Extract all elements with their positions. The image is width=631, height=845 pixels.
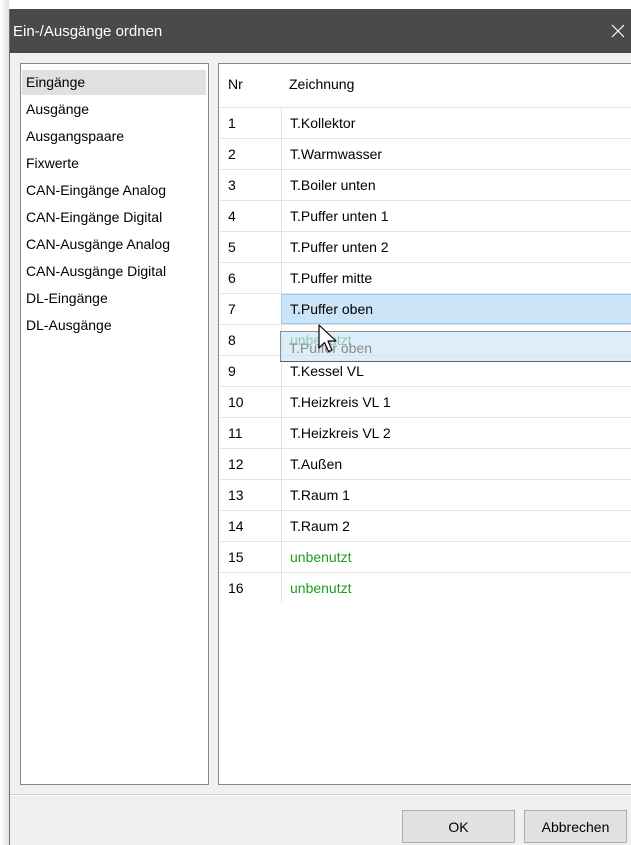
row-name[interactable]: T.Puffer oben bbox=[281, 294, 631, 324]
sidebar-item[interactable]: Ausgangspaare bbox=[22, 124, 206, 149]
row-number: 6 bbox=[228, 270, 236, 286]
dialog-window: Ein-/Ausgänge ordnen Eingänge Ausgänge Aus… bbox=[9, 9, 631, 845]
sidebar-item[interactable]: DL-Eingänge bbox=[22, 286, 206, 311]
row-number: 16 bbox=[228, 580, 244, 596]
table-header: Nr Zeichnung bbox=[219, 64, 631, 107]
row-number: 8 bbox=[228, 332, 236, 348]
sidebar-item[interactable]: DL-Ausgänge bbox=[22, 313, 206, 338]
table-row[interactable]: 12 T.Außen bbox=[220, 448, 631, 479]
sidebar-item[interactable]: CAN-Eingänge Analog bbox=[22, 178, 206, 203]
close-icon bbox=[611, 24, 625, 38]
sidebar-item[interactable]: CAN-Ausgänge Analog bbox=[22, 232, 206, 257]
sidebar-item[interactable]: Ausgänge bbox=[22, 97, 206, 122]
row-number: 12 bbox=[228, 456, 244, 472]
table-row[interactable]: 8 unbenutzt bbox=[220, 324, 631, 355]
row-number: 13 bbox=[228, 487, 244, 503]
row-number: 3 bbox=[228, 177, 236, 193]
row-name[interactable]: T.Puffer unten 2 bbox=[281, 232, 631, 262]
row-number: 11 bbox=[228, 425, 243, 441]
row-name[interactable]: T.Heizkreis VL 2 bbox=[281, 418, 631, 448]
row-number: 5 bbox=[228, 239, 236, 255]
table-row[interactable]: 11 T.Heizkreis VL 2 bbox=[220, 417, 631, 448]
close-button[interactable] bbox=[605, 9, 631, 53]
sidebar-item[interactable]: Fixwerte bbox=[22, 151, 206, 176]
table-row[interactable]: 6 T.Puffer mitte bbox=[220, 262, 631, 293]
row-name-unused[interactable]: unbenutzt bbox=[281, 573, 631, 603]
row-number: 4 bbox=[228, 208, 236, 224]
row-name[interactable]: T.Raum 1 bbox=[281, 480, 631, 510]
row-number: 14 bbox=[228, 518, 244, 534]
window-title: Ein-/Ausgänge ordnen bbox=[13, 23, 163, 40]
sidebar-item[interactable]: Eingänge bbox=[22, 70, 206, 95]
table-row[interactable]: 13 T.Raum 1 bbox=[220, 479, 631, 510]
row-name-unused[interactable]: unbenutzt bbox=[281, 542, 631, 572]
cancel-button[interactable]: Abbrechen bbox=[524, 810, 627, 843]
table-row[interactable]: 7 T.Puffer oben bbox=[220, 293, 631, 324]
ok-button[interactable]: OK bbox=[402, 810, 515, 843]
row-name[interactable]: T.Außen bbox=[281, 449, 631, 479]
row-number: 1 bbox=[228, 115, 236, 131]
category-list[interactable]: Eingänge Ausgänge Ausgangspaare Fixwerte CAN… bbox=[20, 63, 209, 785]
row-name[interactable]: T.Puffer mitte bbox=[281, 263, 631, 293]
row-number: 9 bbox=[228, 363, 236, 379]
column-header-nr[interactable]: Nr bbox=[228, 76, 243, 92]
table-row[interactable]: 16 unbenutzt bbox=[220, 572, 631, 603]
sidebar-item[interactable]: CAN-Eingänge Digital bbox=[22, 205, 206, 230]
row-number: 15 bbox=[228, 549, 244, 565]
table-row[interactable]: 9 T.Kessel VL bbox=[220, 355, 631, 386]
row-number: 10 bbox=[228, 394, 244, 410]
row-name[interactable]: T.Boiler unten bbox=[281, 170, 631, 200]
table-row[interactable]: 14 T.Raum 2 bbox=[220, 510, 631, 541]
separator bbox=[10, 794, 631, 796]
row-number: 2 bbox=[228, 146, 236, 162]
row-name[interactable]: T.Kessel VL bbox=[281, 356, 631, 386]
table-row[interactable]: 5 T.Puffer unten 2 bbox=[220, 231, 631, 262]
title-bar[interactable]: Ein-/Ausgänge ordnen bbox=[10, 9, 631, 53]
table-row[interactable]: 10 T.Heizkreis VL 1 bbox=[220, 386, 631, 417]
window-shadow bbox=[0, 0, 9, 845]
row-name-unused[interactable]: unbenutzt bbox=[281, 325, 631, 355]
io-table: Nr Zeichnung 1 T.Kollektor 2 T.Warmwasser 3 T… bbox=[218, 63, 631, 785]
row-name[interactable]: T.Heizkreis VL 1 bbox=[281, 387, 631, 417]
row-name[interactable]: T.Warmwasser bbox=[281, 139, 631, 169]
column-header-name[interactable]: Zeichnung bbox=[289, 76, 354, 92]
table-row[interactable]: 15 unbenutzt bbox=[220, 541, 631, 572]
table-row[interactable]: 2 T.Warmwasser bbox=[220, 138, 631, 169]
row-name[interactable]: T.Raum 2 bbox=[281, 511, 631, 541]
table-row[interactable]: 3 T.Boiler unten bbox=[220, 169, 631, 200]
row-name[interactable]: T.Puffer unten 1 bbox=[281, 201, 631, 231]
table-row[interactable]: 4 T.Puffer unten 1 bbox=[220, 200, 631, 231]
sidebar-item[interactable]: CAN-Ausgänge Digital bbox=[22, 259, 206, 284]
row-name[interactable]: T.Kollektor bbox=[281, 108, 631, 138]
table-row[interactable]: 1 T.Kollektor bbox=[220, 107, 631, 138]
row-number: 7 bbox=[228, 301, 236, 317]
